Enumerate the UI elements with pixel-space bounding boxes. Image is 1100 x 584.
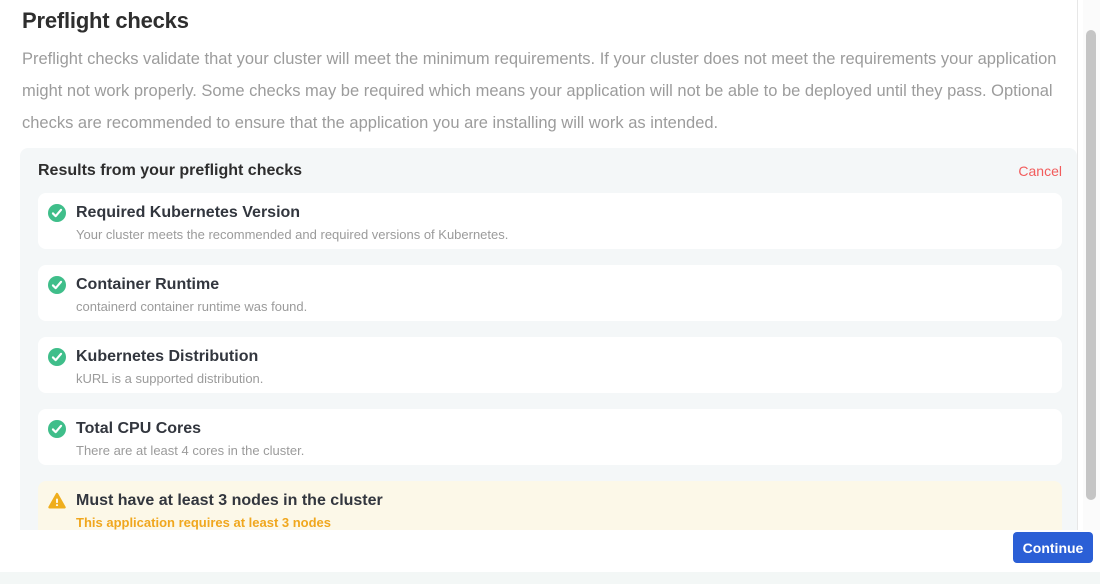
check-circle-icon: [48, 204, 66, 222]
check-text: Container Runtime containerd container r…: [76, 275, 307, 314]
check-card-kubernetes-distribution: Kubernetes Distribution kURL is a suppor…: [38, 337, 1062, 393]
bottom-strip: [0, 572, 1100, 584]
continue-button[interactable]: Continue: [1013, 532, 1093, 563]
page-description: Preflight checks validate that your clus…: [22, 43, 1068, 139]
check-text: Total CPU Cores There are at least 4 cor…: [76, 419, 304, 458]
preflight-checks-page: Preflight checks Preflight checks valida…: [0, 0, 1100, 584]
panel-heading: Results from your preflight checks: [38, 162, 302, 180]
cancel-link[interactable]: Cancel: [1018, 163, 1062, 179]
check-title: Must have at least 3 nodes in the cluste…: [76, 491, 383, 510]
scrollable-content[interactable]: Preflight checks Preflight checks valida…: [0, 0, 1078, 530]
footer-bar: Continue: [0, 530, 1100, 572]
check-card-total-cpu-cores: Total CPU Cores There are at least 4 cor…: [38, 409, 1062, 465]
warning-triangle-icon: [48, 492, 66, 510]
check-title: Required Kubernetes Version: [76, 203, 508, 222]
panel-header: Results from your preflight checks Cance…: [38, 162, 1062, 180]
check-title: Kubernetes Distribution: [76, 347, 263, 366]
vertical-scrollbar-thumb[interactable]: [1086, 30, 1096, 500]
content-right-divider: [1077, 0, 1078, 572]
check-text: Required Kubernetes Version Your cluster…: [76, 203, 508, 242]
check-message: Your cluster meets the recommended and r…: [76, 227, 508, 242]
preflight-results-panel: Results from your preflight checks Cance…: [20, 148, 1077, 530]
check-message: There are at least 4 cores in the cluste…: [76, 443, 304, 458]
check-text: Kubernetes Distribution kURL is a suppor…: [76, 347, 263, 386]
check-message: This application requires at least 3 nod…: [76, 515, 383, 530]
check-card-required-kubernetes-version: Required Kubernetes Version Your cluster…: [38, 193, 1062, 249]
check-card-container-runtime: Container Runtime containerd container r…: [38, 265, 1062, 321]
check-circle-icon: [48, 348, 66, 366]
vertical-scrollbar-track[interactable]: [1083, 0, 1100, 530]
check-card-node-count-warning: Must have at least 3 nodes in the cluste…: [38, 481, 1062, 530]
check-title: Container Runtime: [76, 275, 307, 294]
check-circle-icon: [48, 420, 66, 438]
page-title: Preflight checks: [22, 8, 1078, 34]
check-message: kURL is a supported distribution.: [76, 371, 263, 386]
check-title: Total CPU Cores: [76, 419, 304, 438]
check-message: containerd container runtime was found.: [76, 299, 307, 314]
check-text: Must have at least 3 nodes in the cluste…: [76, 491, 383, 530]
check-circle-icon: [48, 276, 66, 294]
